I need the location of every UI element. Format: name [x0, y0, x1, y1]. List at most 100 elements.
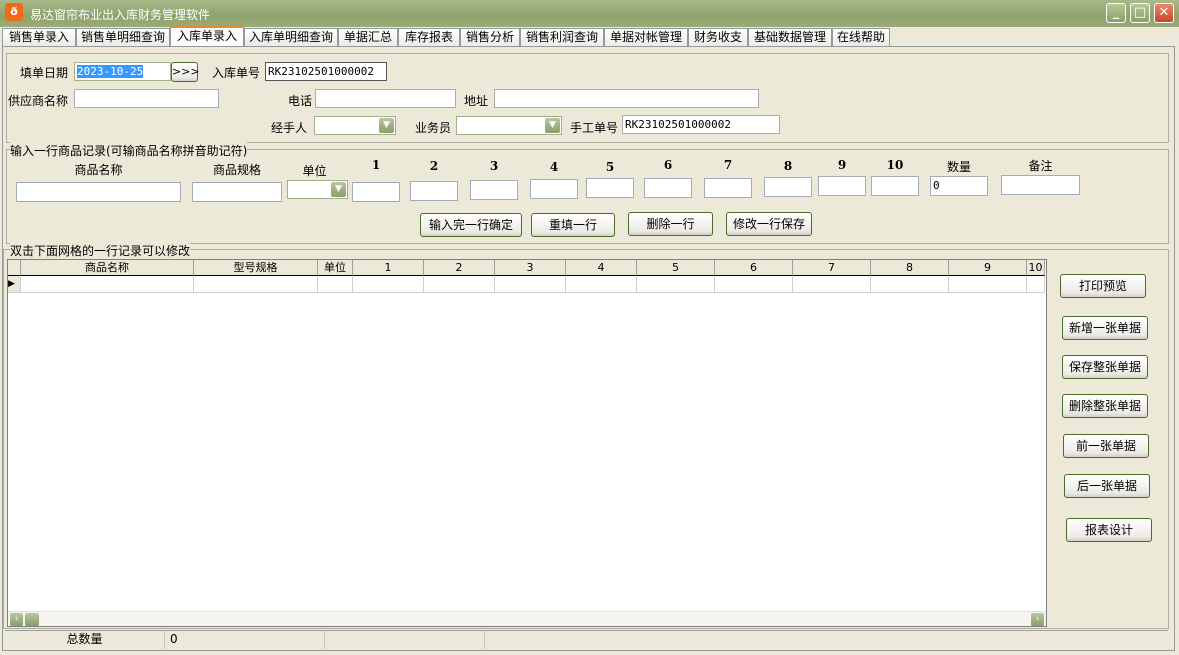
entry-col-header: 备注 — [1028, 159, 1053, 173]
side-button-2[interactable]: 保存整张单据 — [1062, 355, 1148, 379]
address-input[interactable] — [494, 89, 759, 108]
entry-input-13[interactable]: 0 — [930, 176, 988, 196]
tab-9[interactable]: 财务收支 — [688, 28, 748, 46]
entry-input-9[interactable] — [704, 178, 752, 198]
grid-col-header[interactable]: 2 — [424, 260, 495, 276]
side-button-3[interactable]: 删除整张单据 — [1062, 394, 1148, 418]
entry-input-0[interactable] — [16, 182, 181, 202]
status-bar: 总数量 0 — [5, 630, 1168, 649]
grid-col-header[interactable]: 10 — [1027, 260, 1045, 276]
tab-8[interactable]: 单据对帐管理 — [604, 28, 688, 46]
scroll-right-icon[interactable]: › — [1031, 613, 1044, 626]
grid-cell[interactable] — [871, 276, 949, 293]
supplier-input[interactable] — [74, 89, 219, 108]
grid-col-header[interactable]: 8 — [871, 260, 949, 276]
entry-input-8[interactable] — [644, 178, 692, 198]
side-button-4[interactable]: 前一张单据 — [1063, 434, 1149, 458]
supplier-label: 供应商名称 — [8, 94, 69, 108]
items-grid[interactable]: ‹ › ▶ 商品名称 型号规格 单位 1 2 3 4 5 6 7 8 9 10 — [7, 259, 1047, 627]
side-button-0[interactable]: 打印预览 — [1060, 274, 1146, 298]
date-label: 填单日期 — [20, 66, 69, 80]
entry-input-12[interactable] — [871, 176, 919, 196]
tab-2[interactable]: 入库单录入 — [170, 26, 244, 46]
status-panel — [485, 631, 1168, 649]
grid-col-header[interactable]: 单位 — [318, 260, 353, 276]
grid-cell[interactable] — [194, 276, 318, 293]
side-button-6[interactable]: 报表设计 — [1066, 518, 1152, 542]
entry-input-4[interactable] — [410, 181, 458, 201]
chevron-down-icon[interactable]: ▼ — [379, 118, 394, 133]
entry-input-5[interactable] — [470, 180, 518, 200]
tab-11[interactable]: 在线帮助 — [832, 28, 890, 46]
scroll-left-icon[interactable]: ‹ — [10, 613, 23, 626]
grid-cell[interactable] — [318, 276, 353, 293]
grid-col-header[interactable]: 型号规格 — [194, 260, 318, 276]
entry-col-header: 6 — [663, 158, 673, 172]
grid-cell[interactable] — [1027, 276, 1045, 293]
entry-input-3[interactable] — [352, 182, 400, 202]
entry-col-header: 7 — [723, 158, 733, 172]
entry-input-1[interactable] — [192, 182, 282, 202]
entry-input-14[interactable] — [1001, 175, 1080, 195]
tab-4[interactable]: 单据汇总 — [338, 28, 398, 46]
entry-col-header: 数量 — [946, 160, 971, 174]
title-bar: ð 易达窗帘布业出入库财务管理软件 _ □ ✕ — [0, 0, 1179, 27]
grid-cell[interactable] — [793, 276, 871, 293]
grid-col-header[interactable]: 9 — [949, 260, 1027, 276]
unit-select[interactable]: ▼ — [287, 180, 348, 199]
grid-col-header[interactable]: 6 — [715, 260, 793, 276]
date-picker-button[interactable]: >>> — [171, 62, 200, 82]
tab-7[interactable]: 销售利润查询 — [520, 28, 604, 46]
confirm-row-button[interactable]: 输入完一行确定 — [420, 213, 522, 237]
grid-cell[interactable] — [21, 276, 194, 293]
grid-cell[interactable] — [715, 276, 793, 293]
entry-input-7[interactable] — [586, 178, 634, 198]
entry-group-title: 输入一行商品记录(可输商品名称拼音助记符) — [10, 142, 248, 159]
grid-cell[interactable] — [495, 276, 566, 293]
grid-col-header[interactable]: 商品名称 — [21, 260, 194, 276]
maximize-button[interactable]: □ — [1130, 3, 1150, 23]
grid-cell[interactable] — [353, 276, 424, 293]
grid-col-header[interactable]: 4 — [566, 260, 637, 276]
grid-col-header[interactable]: 3 — [495, 260, 566, 276]
refill-row-button[interactable]: 重填一行 — [531, 213, 615, 237]
tab-0[interactable]: 销售单录入 — [2, 28, 76, 46]
chevron-down-icon[interactable]: ▼ — [331, 182, 346, 197]
handler-select[interactable]: ▼ — [314, 116, 396, 135]
tab-6[interactable]: 销售分析 — [460, 28, 520, 46]
window-title: 易达窗帘布业出入库财务管理软件 — [30, 8, 211, 22]
tab-5[interactable]: 库存报表 — [398, 28, 460, 46]
grid-cell[interactable] — [949, 276, 1027, 293]
phone-input[interactable] — [315, 89, 456, 108]
chevron-down-icon[interactable]: ▼ — [545, 118, 560, 133]
phone-label: 电话 — [288, 94, 313, 108]
entry-input-11[interactable] — [818, 176, 866, 196]
manual-no-input[interactable]: RK23102501000002 — [622, 115, 780, 134]
grid-col-header[interactable]: 7 — [793, 260, 871, 276]
grid-col-header[interactable]: 5 — [637, 260, 715, 276]
entry-col-header: 5 — [605, 160, 615, 174]
save-edit-row-button[interactable]: 修改一行保存 — [726, 212, 812, 236]
delete-row-button[interactable]: 删除一行 — [628, 212, 713, 236]
horizontal-scrollbar[interactable]: ‹ › — [8, 611, 1046, 626]
tab-3[interactable]: 入库单明细查询 — [244, 28, 338, 46]
app-logo-icon: ð — [5, 3, 23, 21]
side-button-1[interactable]: 新增一张单据 — [1062, 316, 1148, 340]
salesman-select[interactable]: ▼ — [456, 116, 562, 135]
grid-cell[interactable] — [637, 276, 715, 293]
tab-1[interactable]: 销售单明细查询 — [76, 28, 170, 46]
tab-10[interactable]: 基础数据管理 — [748, 28, 832, 46]
scroll-thumb[interactable] — [25, 613, 39, 626]
date-input[interactable]: 2023-10-25 — [74, 62, 171, 81]
entry-input-6[interactable] — [530, 179, 578, 199]
order-no-label: 入库单号 — [212, 66, 261, 80]
entry-input-10[interactable] — [764, 177, 812, 197]
grid-cell[interactable] — [566, 276, 637, 293]
entry-col-header: 商品名称 — [74, 163, 123, 177]
minimize-button[interactable]: _ — [1106, 3, 1126, 23]
grid-col-header[interactable]: 1 — [353, 260, 424, 276]
close-button[interactable]: ✕ — [1154, 3, 1174, 23]
side-button-5[interactable]: 后一张单据 — [1064, 474, 1150, 498]
order-no-input[interactable]: RK23102501000002 — [265, 62, 387, 81]
grid-cell[interactable] — [424, 276, 495, 293]
